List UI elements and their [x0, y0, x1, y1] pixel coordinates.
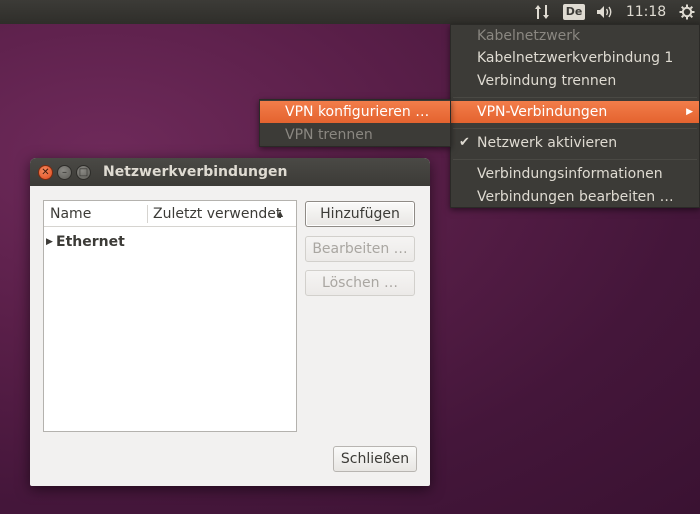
list-item-label: Ethernet: [56, 234, 125, 250]
column-divider[interactable]: [147, 205, 148, 223]
menu-item-edit-connections[interactable]: Verbindungen bearbeiten …: [451, 186, 699, 208]
keyboard-layout-indicator[interactable]: De: [562, 0, 586, 24]
dialog-titlebar[interactable]: ✕ – □ Netzwerkverbindungen: [30, 158, 430, 186]
checkmark-icon: ✔: [459, 135, 470, 150]
vpn-submenu: VPN konfigurieren … VPN trennen: [259, 99, 451, 147]
speaker-icon: [597, 6, 612, 18]
network-connections-dialog: ✕ – □ Netzwerkverbindungen Name Zuletzt …: [30, 158, 430, 486]
dialog-title: Netzwerkverbindungen: [103, 164, 288, 180]
menu-item-configure-vpn[interactable]: VPN konfigurieren …: [260, 101, 450, 123]
close-window-button[interactable]: ✕: [38, 165, 53, 180]
network-indicator[interactable]: [530, 0, 554, 24]
menu-item-wired-connection[interactable]: Kabelnetzwerkverbindung 1: [451, 47, 699, 69]
close-button[interactable]: Schließen: [333, 446, 417, 472]
menu-separator: [453, 128, 697, 129]
network-updown-icon: [535, 5, 549, 19]
minimize-window-button[interactable]: –: [57, 165, 72, 180]
expander-arrow-icon[interactable]: ▶: [46, 231, 53, 253]
close-icon: ✕: [41, 166, 50, 178]
clock[interactable]: 11:18: [626, 0, 666, 24]
menu-section-header: Kabelnetzwerk: [477, 28, 581, 44]
column-header-name[interactable]: Name: [50, 201, 91, 227]
volume-indicator[interactable]: [592, 0, 618, 24]
menu-item-disconnect[interactable]: Verbindung trennen: [451, 70, 699, 92]
keyboard-layout-label: De: [562, 4, 586, 20]
menu-separator: [453, 97, 697, 98]
delete-button[interactable]: Löschen …: [305, 270, 415, 296]
menu-item-label: Netzwerk aktivieren: [477, 135, 618, 151]
sort-ascending-icon: ▲: [277, 209, 284, 218]
session-indicator[interactable]: [676, 0, 698, 24]
menu-item-label: VPN-Verbindungen: [477, 104, 608, 120]
maximize-icon: □: [78, 166, 89, 178]
maximize-window-button[interactable]: □: [76, 165, 91, 180]
connections-list[interactable]: Name Zuletzt verwendet ▲ ▶ Ethernet: [43, 200, 297, 432]
menu-item-disconnect-vpn: VPN trennen: [285, 127, 373, 143]
edit-button[interactable]: Bearbeiten …: [305, 236, 415, 262]
submenu-arrow-icon: ▶: [686, 107, 693, 117]
menu-item-connection-information[interactable]: Verbindungsinformationen: [451, 163, 699, 185]
menu-item-vpn-connections[interactable]: VPN-Verbindungen ▶: [451, 101, 699, 123]
column-header-last-used[interactable]: Zuletzt verwendet: [153, 201, 281, 227]
menu-item-enable-networking[interactable]: ✔ Netzwerk aktivieren: [451, 132, 699, 154]
add-button[interactable]: Hinzufügen: [305, 201, 415, 227]
gear-icon: [679, 4, 695, 20]
network-menu: Kabelnetzwerk Kabelnetzwerkverbindung 1 …: [450, 24, 700, 208]
list-item[interactable]: ▶ Ethernet: [44, 231, 296, 253]
top-panel: De 11:18: [0, 0, 700, 24]
minimize-icon: –: [62, 166, 67, 178]
menu-separator: [453, 159, 697, 160]
list-header: Name Zuletzt verwendet ▲: [44, 201, 296, 227]
